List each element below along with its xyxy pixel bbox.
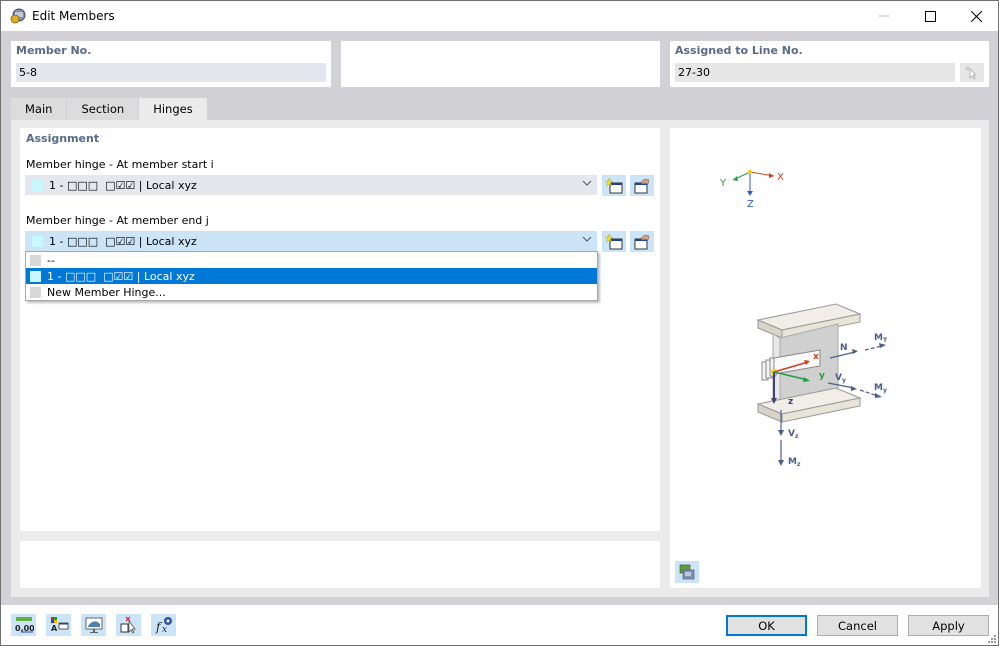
- svg-text:Vy: Vy: [835, 373, 846, 384]
- minimize-button[interactable]: [861, 1, 907, 31]
- tab-hinges[interactable]: Hinges: [139, 98, 208, 121]
- units-decimals-button[interactable]: 0,00: [11, 614, 36, 636]
- tab-section[interactable]: Section: [67, 98, 140, 120]
- new-start-hinge-button[interactable]: [602, 175, 626, 196]
- option-label: 1 - □□□ □☑☑ | Local xyz: [47, 269, 195, 283]
- global-axes-icon: X Y Z: [719, 170, 784, 210]
- svg-text:Vz: Vz: [788, 429, 799, 440]
- tab-main[interactable]: Main: [11, 98, 68, 120]
- svg-text:My: My: [874, 383, 887, 394]
- axis-y-label: Y: [719, 178, 727, 189]
- new-end-hinge-button[interactable]: [602, 231, 626, 252]
- assignment-panel: Assignment Member hinge - At member star…: [20, 128, 660, 531]
- empty-card: [341, 41, 660, 87]
- hinge-color-swatch: [32, 235, 43, 247]
- diagram-view-button[interactable]: [675, 561, 699, 583]
- force-n-label: N: [840, 343, 848, 353]
- option-swatch: [30, 270, 41, 282]
- edit-end-hinge-button[interactable]: [630, 231, 654, 252]
- start-hinge-value: 1 - □□□ □☑☑ | Local xyz: [49, 178, 197, 192]
- chevron-down-icon: [582, 178, 592, 191]
- apply-button[interactable]: Apply: [908, 615, 989, 636]
- start-hinge-select[interactable]: 1 - □□□ □☑☑ | Local xyz: [25, 175, 597, 195]
- force-my-label: M: [874, 383, 883, 393]
- force-vz-sub: z: [795, 433, 799, 440]
- pick-line-button[interactable]: [960, 63, 984, 82]
- minimize-icon: [879, 15, 889, 17]
- edit-item-icon: [634, 234, 650, 249]
- member-no-label: Member No.: [16, 44, 92, 57]
- color-text-settings-button[interactable]: A: [46, 614, 71, 636]
- local-x-label: x: [813, 352, 819, 362]
- assigned-line-input[interactable]: 27-30: [675, 63, 955, 82]
- force-mt-sub: T: [883, 337, 888, 344]
- option-label: New Member Hinge...: [47, 285, 166, 299]
- chevron-down-icon: [582, 234, 592, 247]
- force-vy-sub: y: [842, 377, 846, 384]
- edit-item-icon: [634, 178, 650, 193]
- force-mz-label: M: [788, 457, 797, 467]
- end-hinge-dropdown-list: -- 1 - □□□ □☑☑ | Local xyz New Member Hi…: [25, 251, 598, 301]
- assigned-line-label: Assigned to Line No.: [675, 44, 803, 57]
- new-item-icon: [605, 233, 623, 249]
- force-vy-label: V: [835, 373, 842, 383]
- new-item-icon: [605, 177, 623, 193]
- select-delete-button[interactable]: [116, 614, 141, 636]
- force-mz-sub: z: [797, 461, 801, 468]
- end-hinge-value: 1 - □□□ □☑☑ | Local xyz: [49, 234, 197, 248]
- svg-text:Mz: Mz: [788, 457, 801, 468]
- svg-text:MT: MT: [874, 333, 888, 344]
- window-title: Edit Members: [32, 9, 115, 23]
- option-label: --: [47, 253, 55, 267]
- member-diagram: X Y Z x y z N MT Vy My Vz Mz: [719, 170, 888, 468]
- force-vz-label: V: [788, 429, 795, 439]
- force-my-sub: y: [883, 387, 887, 394]
- close-button[interactable]: [953, 1, 999, 31]
- end-hinge-select[interactable]: 1 - □□□ □☑☑ | Local xyz: [25, 231, 597, 251]
- svg-text:A: A: [51, 624, 58, 633]
- formula-editor-button[interactable]: f x: [151, 614, 176, 636]
- cancel-button[interactable]: Cancel: [817, 615, 898, 636]
- maximize-icon: [924, 10, 936, 22]
- member-no-card: Member No. 5-8: [11, 41, 331, 87]
- resize-grip-icon[interactable]: [988, 635, 996, 643]
- display-view-button[interactable]: [81, 614, 106, 636]
- assigned-line-card: Assigned to Line No. 27-30: [670, 41, 989, 87]
- units-decimals-icon: 0,00: [15, 617, 34, 633]
- edit-start-hinge-button[interactable]: [630, 175, 654, 196]
- tab-strip: Main Section Hinges: [11, 98, 208, 121]
- force-mt-label: M: [874, 333, 883, 343]
- i-beam-illustration: x y z N MT Vy My Vz Mz: [756, 303, 888, 468]
- option-swatch: [30, 254, 41, 266]
- end-hinge-label: Member hinge - At member end j: [26, 214, 209, 227]
- start-hinge-label: Member hinge - At member start i: [26, 158, 214, 171]
- maximize-button[interactable]: [907, 1, 953, 31]
- dropdown-option-new-hinge[interactable]: New Member Hinge...: [26, 284, 597, 300]
- members-app-icon: [10, 8, 26, 24]
- local-y-label: y: [819, 371, 825, 381]
- close-icon: [970, 10, 982, 22]
- assignment-title: Assignment: [26, 132, 100, 145]
- dropdown-option-none[interactable]: --: [26, 252, 597, 268]
- option-swatch: [30, 286, 41, 298]
- formula-editor-icon: f x: [155, 617, 172, 634]
- info-panel: [20, 541, 660, 588]
- display-view-icon: [85, 617, 102, 633]
- local-z-label: z: [788, 397, 793, 407]
- title-bar: Edit Members: [1, 1, 998, 31]
- axis-x-label: X: [777, 172, 784, 183]
- member-no-input[interactable]: 5-8: [16, 63, 326, 82]
- color-text-settings-icon: A: [50, 617, 68, 633]
- diagram-panel: X Y Z x y z N MT Vy My Vz Mz: [670, 128, 981, 588]
- pick-cursor-icon: [965, 66, 977, 80]
- edit-members-dialog: Edit Members Member No. 5-8 Assigned to …: [0, 0, 999, 646]
- hinge-color-swatch: [32, 179, 43, 191]
- select-delete-icon: [120, 616, 136, 634]
- svg-text:x: x: [162, 625, 167, 634]
- ok-button[interactable]: OK: [726, 615, 807, 636]
- diagram-view-icon: [679, 564, 695, 580]
- dropdown-option-hinge-1[interactable]: 1 - □□□ □☑☑ | Local xyz: [26, 268, 597, 284]
- axis-z-label: Z: [747, 199, 754, 210]
